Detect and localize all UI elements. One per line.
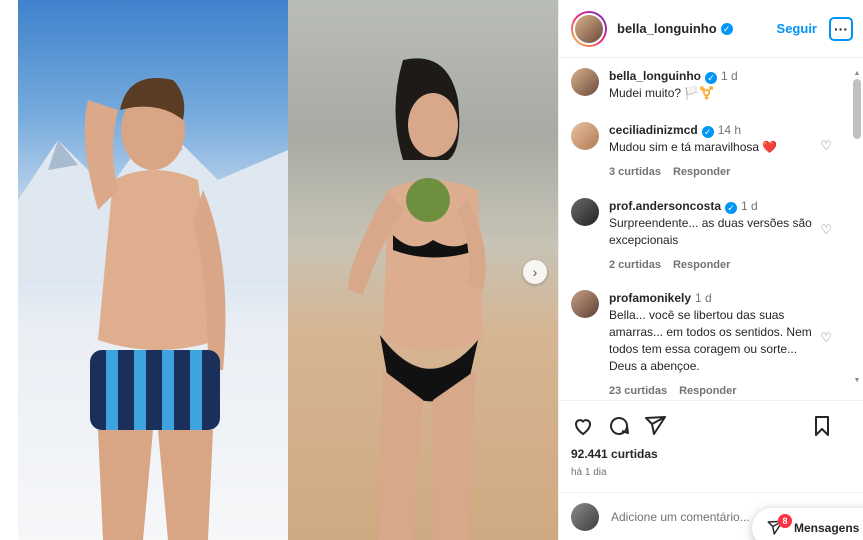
comment-username[interactable]: ceciliadinizmcd [609,123,698,137]
list-item: prof.andersoncosta ✓ 1 d Surpreendente... … [571,198,826,274]
comment-time: 1 d [741,199,758,213]
comment-username[interactable]: prof.andersoncosta [609,199,721,213]
heart-icon[interactable]: ♡ [820,138,832,154]
post-actions: 92.441 curtidas há 1 dia [559,400,863,478]
man-figure [84,78,226,540]
comment-input[interactable]: Adicione um comentário... [611,510,750,524]
heart-icon[interactable]: ♡ [820,330,832,346]
list-item: ceciliadinizmcd ✓ 14 h Mudou sim e tá mara… [571,122,826,181]
comment-likes[interactable]: 2 curtidas [609,259,661,271]
comment-time: 1 d [695,291,712,305]
reply-button[interactable]: Responder [673,259,730,271]
heart-icon[interactable]: ♡ [820,222,832,238]
comment-username[interactable]: profamonikely [609,291,691,305]
comment-text: Bella... você se libertou das suas amarr… [609,308,812,373]
author-avatar-ring[interactable] [571,10,607,47]
verified-icon: ✓ [705,72,717,84]
more-options-button[interactable]: ··· [829,16,853,41]
next-photo-button[interactable]: › [523,260,547,284]
post-header: bella_longuinho ✓ Seguir ··· [559,0,863,58]
follow-button[interactable]: Seguir [777,21,817,36]
scroll-down-icon[interactable]: ▼ [853,377,861,384]
bookmark-icon[interactable] [810,414,834,438]
avatar [571,502,599,531]
scroll-up-icon[interactable]: ▲ [853,70,861,77]
author-username[interactable]: bella_longuinho [617,21,717,36]
caption: bella_longuinho ✓ 1 d Mudei muito? 🏳️⚧️ [571,68,826,102]
avatar[interactable] [571,68,599,96]
comment-time: 14 h [717,123,742,137]
caption-text: Mudei muito? 🏳️⚧️ [609,86,715,100]
comment-text: Mudou sim e tá maravilhosa ❤️ [609,140,778,154]
caption-username[interactable]: bella_longuinho [609,69,701,83]
scroll-thumb[interactable] [853,79,861,139]
post-sidebar: bella_longuinho ✓ Seguir ··· bella_longu… [558,0,863,540]
comment-icon[interactable] [607,414,631,438]
comment-likes[interactable]: 3 curtidas [609,166,661,178]
messages-badge: 8 [778,514,792,528]
post-date: há 1 dia [571,467,607,478]
verified-icon: ✓ [701,126,714,138]
avatar [573,12,605,45]
comments-list: bella_longuinho ✓ 1 d Mudei muito? 🏳️⚧️ ce… [559,58,863,398]
heart-icon[interactable] [571,414,595,438]
more-icon: ··· [834,20,848,37]
avatar[interactable] [571,290,599,318]
likes-count[interactable]: 92.441 curtidas [571,447,852,461]
comments-scrollbar[interactable]: ▲ ▼ [853,70,861,400]
list-item: profamonikely 1 d Bella... você se libert… [571,290,826,398]
caption-time: 1 d [721,69,738,83]
reply-button[interactable]: Responder [673,166,730,178]
messages-button[interactable]: 8 Mensagens [752,508,863,540]
comment-likes[interactable]: 23 curtidas [609,385,667,397]
avatar[interactable] [571,122,599,150]
share-icon[interactable] [643,414,667,438]
avatar[interactable] [571,198,599,226]
messages-label: Mensagens [794,521,860,535]
photo-right-beach [288,0,558,540]
woman-figure [348,58,486,540]
reply-button[interactable]: Responder [679,385,736,397]
verified-icon: ✓ [725,202,738,214]
photo-left-snow [18,0,288,540]
verified-icon: ✓ [720,22,733,35]
chevron-right-icon: › [532,264,538,280]
comment-text: Surpreendente... as duas versões são exc… [609,216,812,247]
post-media: › [18,0,558,540]
